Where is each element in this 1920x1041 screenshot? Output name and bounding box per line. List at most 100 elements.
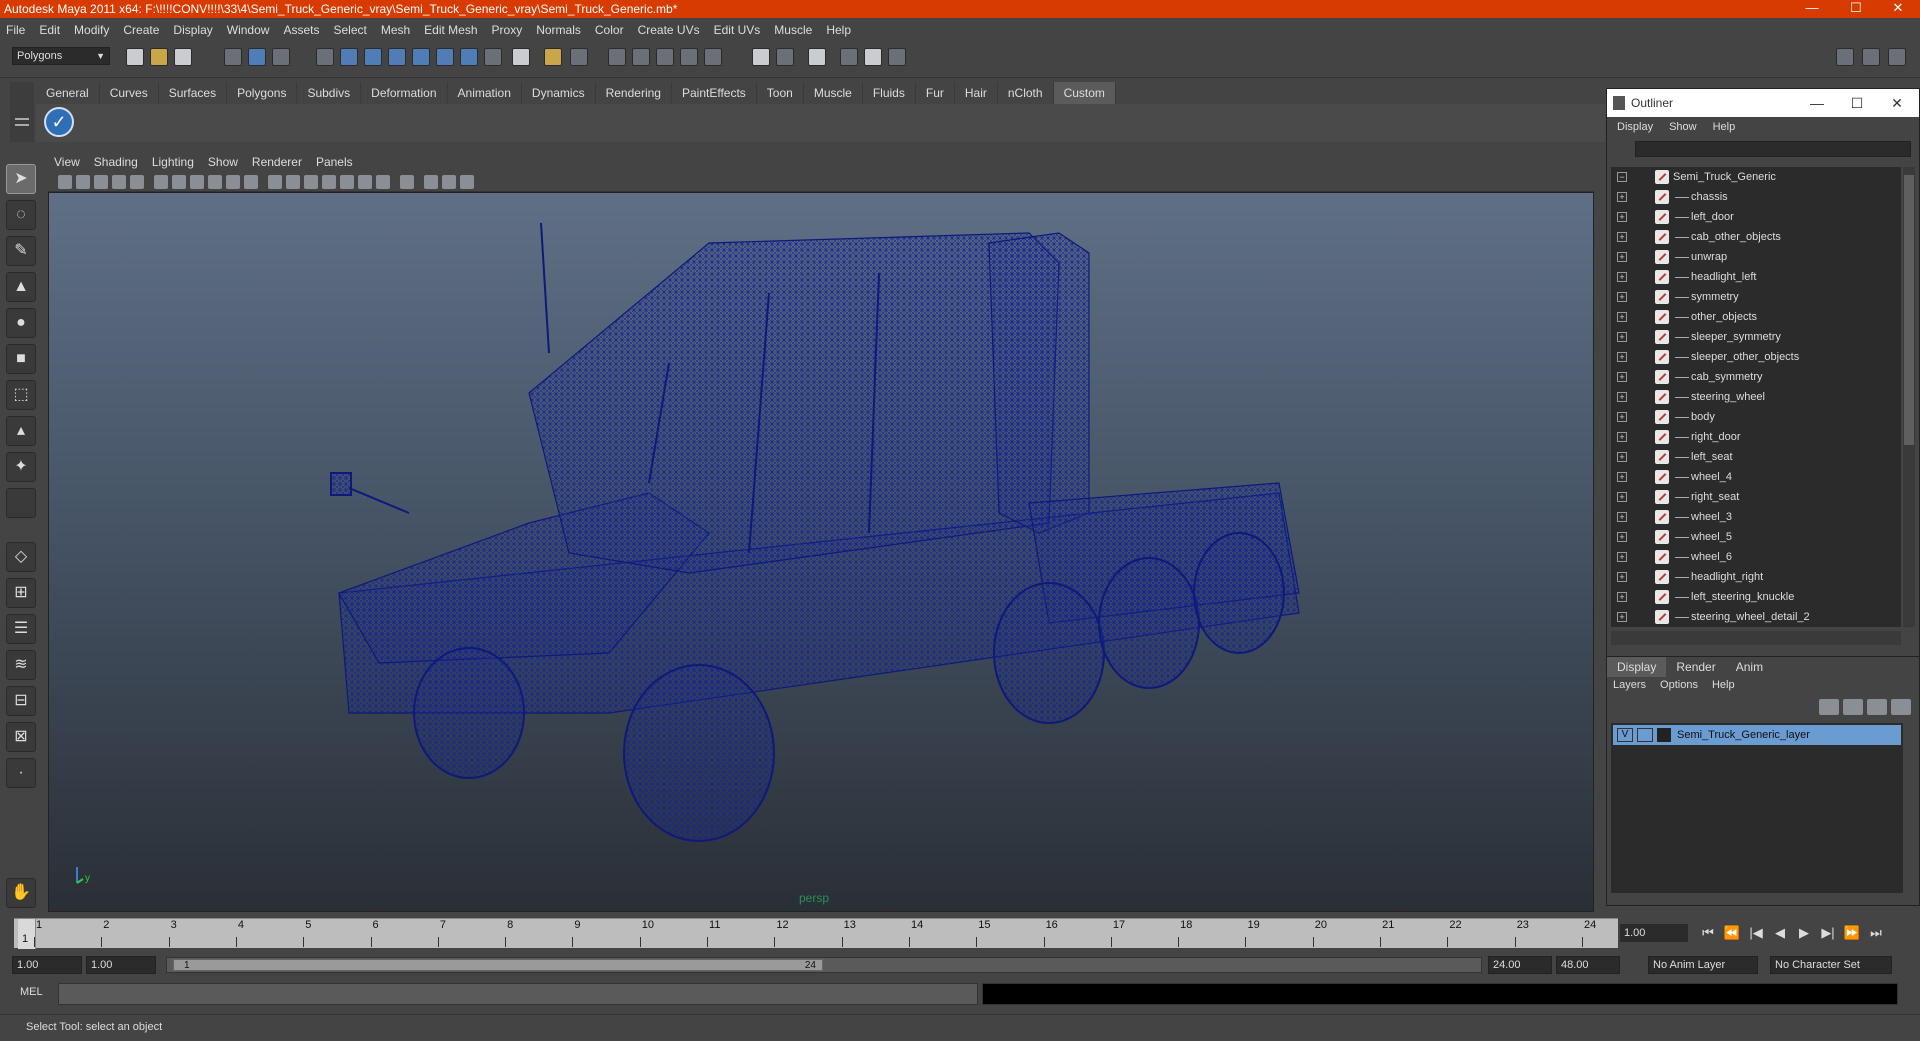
outliner-vertical-scrollbar[interactable] xyxy=(1903,167,1915,627)
render-settings-icon[interactable] xyxy=(656,48,674,66)
render-view-icon[interactable] xyxy=(704,48,722,66)
snap-surface-icon[interactable] xyxy=(436,48,454,66)
all-lights-icon[interactable] xyxy=(376,175,390,189)
lock-icon[interactable] xyxy=(544,48,562,66)
show-manipulator-icon[interactable]: ✦ xyxy=(6,452,36,482)
perspective-viewport[interactable]: y persp xyxy=(48,192,1594,912)
help-icon[interactable] xyxy=(512,48,530,66)
bookmark-icon[interactable] xyxy=(94,175,108,189)
animation-start-field[interactable]: 1.00 xyxy=(12,956,82,974)
expand-icon[interactable]: + xyxy=(1617,272,1627,282)
menu-select[interactable]: Select xyxy=(333,23,366,37)
select-component-icon[interactable] xyxy=(272,48,290,66)
menu-color[interactable]: Color xyxy=(595,23,624,37)
snap-point-icon[interactable] xyxy=(388,48,406,66)
single-perspective-layout-icon[interactable]: ◇ xyxy=(6,542,36,572)
go-to-end-button[interactable]: ⏭ xyxy=(1864,922,1888,944)
outliner-row[interactable]: + wheel_3 xyxy=(1611,507,1901,527)
playback-end-field[interactable]: 24.00 xyxy=(1488,956,1552,974)
layer-menu-layers[interactable]: Layers xyxy=(1613,679,1646,691)
input-icon[interactable] xyxy=(570,48,588,66)
camera-select-icon[interactable] xyxy=(58,175,72,189)
expand-icon[interactable]: + xyxy=(1617,492,1627,502)
render-frame-icon[interactable] xyxy=(608,48,626,66)
outliner-filter-input[interactable] xyxy=(1635,141,1911,157)
expand-icon[interactable]: + xyxy=(1617,592,1627,602)
open-scene-icon[interactable] xyxy=(150,48,168,66)
tab-subdivs[interactable]: Subdivs xyxy=(297,82,362,104)
outliner-row[interactable]: + headlight_right xyxy=(1611,567,1901,587)
layer-color-swatch[interactable] xyxy=(1657,728,1671,742)
tab-painteffects[interactable]: PaintEffects xyxy=(672,82,757,104)
save-scene-icon[interactable] xyxy=(174,48,192,66)
snap-live-icon[interactable] xyxy=(460,48,478,66)
outliner-close-button[interactable]: ✕ xyxy=(1875,89,1919,117)
menu-file[interactable]: File xyxy=(6,23,25,37)
expand-icon[interactable]: + xyxy=(1617,552,1627,562)
field-chart-icon[interactable] xyxy=(208,175,222,189)
outliner-layout-icon[interactable]: ☰ xyxy=(6,614,36,644)
image-plane-icon[interactable] xyxy=(112,175,126,189)
snap-plane-icon[interactable] xyxy=(412,48,430,66)
expand-icon[interactable]: + xyxy=(1617,512,1627,522)
xray-icon[interactable] xyxy=(322,175,336,189)
step-forward-frame-button[interactable]: ▶| xyxy=(1816,922,1840,944)
outliner-row[interactable]: + steering_wheel_detail_2 xyxy=(1611,607,1901,627)
expand-icon[interactable]: + xyxy=(1617,572,1627,582)
animation-end-field[interactable]: 48.00 xyxy=(1556,956,1620,974)
outliner-row[interactable]: + cab_other_objects xyxy=(1611,227,1901,247)
tab-fluids[interactable]: Fluids xyxy=(863,82,916,104)
menu-display[interactable]: Display xyxy=(173,23,212,37)
outliner-row[interactable]: + wheel_4 xyxy=(1611,467,1901,487)
safe-title-icon[interactable] xyxy=(244,175,258,189)
expand-icon[interactable]: + xyxy=(1617,412,1627,422)
expand-icon[interactable]: + xyxy=(1617,232,1627,242)
mask-icon[interactable] xyxy=(316,48,334,66)
move-layer-down-icon[interactable] xyxy=(1843,699,1863,715)
checkmark-icon[interactable]: ✓ xyxy=(44,107,74,137)
outliner-row[interactable]: + headlight_left xyxy=(1611,267,1901,287)
layer-menu-options[interactable]: Options xyxy=(1660,679,1698,691)
graph-layout-icon[interactable]: ≋ xyxy=(6,650,36,680)
tab-polygons[interactable]: Polygons xyxy=(227,82,298,104)
select-object-icon[interactable] xyxy=(248,48,266,66)
time-slider[interactable]: 1 1 2 3 4 5 6 7 8 9 10 11 12 13 14 15 16 17 18 19 20 21 22 23 2… xyxy=(14,918,1618,949)
menu-create[interactable]: Create xyxy=(123,23,159,37)
expand-icon[interactable]: + xyxy=(1617,472,1627,482)
menu-proxy[interactable]: Proxy xyxy=(492,23,523,37)
outliner-menu-show[interactable]: Show xyxy=(1669,121,1697,133)
menu-muscle[interactable]: Muscle xyxy=(774,23,812,37)
panel-toggle-3-icon[interactable] xyxy=(1888,48,1906,66)
mel-command-input[interactable] xyxy=(58,983,978,1005)
expand-icon[interactable]: + xyxy=(1617,432,1627,442)
xray-active-icon[interactable] xyxy=(442,175,456,189)
outliner-horizontal-scrollbar[interactable] xyxy=(1611,631,1901,645)
soft-modification-icon[interactable]: ▴ xyxy=(6,416,36,446)
expand-icon[interactable]: + xyxy=(1617,372,1627,382)
play-forwards-button[interactable]: ▶ xyxy=(1792,922,1816,944)
anim-layer-dropdown[interactable]: No Anim Layer xyxy=(1648,956,1758,974)
layer-visibility-toggle[interactable]: V xyxy=(1617,728,1633,742)
outliner-row[interactable]: + cab_symmetry xyxy=(1611,367,1901,387)
brush-icon[interactable]: ✋ xyxy=(6,878,36,908)
paint-select-tool-icon[interactable]: ✎ xyxy=(6,236,36,266)
current-frame-field[interactable]: 1.00 xyxy=(1620,924,1688,942)
tab-ncloth[interactable]: nCloth xyxy=(998,82,1054,104)
snap-grid-icon[interactable] xyxy=(340,48,358,66)
select-tool-icon[interactable]: ➤ xyxy=(6,164,36,194)
tool-settings-icon[interactable] xyxy=(840,48,858,66)
menu-assets[interactable]: Assets xyxy=(283,23,319,37)
new-layer-icon[interactable] xyxy=(1867,699,1887,715)
outliner-menu-help[interactable]: Help xyxy=(1713,121,1736,133)
outliner-row[interactable]: + other_objects xyxy=(1611,307,1901,327)
outliner-row[interactable]: + left_door xyxy=(1611,207,1901,227)
outliner-row[interactable]: + sleeper_symmetry xyxy=(1611,327,1901,347)
rotate-tool-icon[interactable]: ● xyxy=(6,308,36,338)
layers-icon[interactable] xyxy=(888,48,906,66)
menu-edit-uvs[interactable]: Edit UVs xyxy=(714,23,761,37)
expand-icon[interactable]: + xyxy=(1617,452,1627,462)
lasso-tool-icon[interactable]: ◌ xyxy=(6,200,36,230)
tab-anim[interactable]: Anim xyxy=(1726,657,1773,677)
attribute-editor-icon[interactable] xyxy=(808,48,826,66)
isolate-select-icon[interactable] xyxy=(400,175,414,189)
